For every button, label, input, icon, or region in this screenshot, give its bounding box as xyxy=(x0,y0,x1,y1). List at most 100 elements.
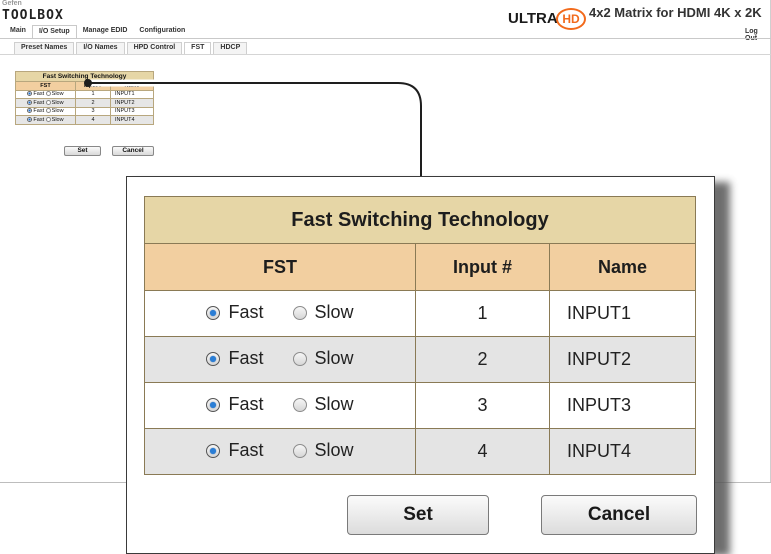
subtab-preset-names[interactable]: Preset Names xyxy=(14,42,75,54)
ultra-text: ULTRA xyxy=(508,10,558,27)
fst-cell: Fast Slow xyxy=(144,290,416,337)
table-row: Fast Slow 3 INPUT3 xyxy=(144,382,696,429)
subtab-io-names[interactable]: I/O Names xyxy=(76,42,125,54)
mini-slow-label: Slow xyxy=(51,99,64,106)
mini-radio-slow[interactable] xyxy=(45,116,51,122)
mini-col-input: Input # xyxy=(75,81,111,91)
mini-radio-fast[interactable] xyxy=(27,99,33,105)
mini-input-num: 1 xyxy=(75,89,111,99)
input-name: INPUT4 xyxy=(549,428,696,475)
mini-input-num: 4 xyxy=(75,115,111,125)
product-title: 4x2 Matrix for HDMI 4K x 2K xyxy=(589,5,762,20)
fst-cell: Fast Slow xyxy=(144,382,416,429)
subtab-hpd-control[interactable]: HPD Control xyxy=(126,42,183,54)
mini-input-num: 3 xyxy=(75,106,111,116)
table-row: Fast Slow 1 INPUT1 xyxy=(144,290,696,337)
mini-fast-label: Fast xyxy=(33,99,45,106)
fst-table-title: Fast Switching Technology xyxy=(144,196,696,244)
fast-label: Fast xyxy=(228,348,264,369)
mini-radio-fast[interactable] xyxy=(27,108,33,114)
input-name: INPUT1 xyxy=(549,290,696,337)
mini-fast-label: Fast xyxy=(33,108,45,115)
table-row: Fast Slow 2 INPUT2 xyxy=(144,336,696,383)
subtab-divider xyxy=(0,54,771,55)
sub-tabs: Preset Names I/O Names HPD Control FST H… xyxy=(14,42,249,54)
subtab-hdcp[interactable]: HDCP xyxy=(213,42,248,54)
mini-radio-fast[interactable] xyxy=(27,116,33,122)
input-number: 1 xyxy=(415,290,550,337)
radio-unselected-icon[interactable] xyxy=(292,351,307,366)
mini-table-title: Fast Switching Technology xyxy=(15,71,154,82)
tab-manage-edid[interactable]: Manage EDID xyxy=(77,25,134,39)
fast-option[interactable]: Fast xyxy=(206,302,263,323)
mini-slow-label: Slow xyxy=(51,108,64,115)
fst-table: Fast Switching Technology FST Input # Na… xyxy=(144,196,696,475)
fst-cell: Fast Slow xyxy=(144,336,416,383)
mini-fast-label: Fast xyxy=(33,91,45,98)
slow-option[interactable]: Slow xyxy=(292,394,354,415)
tab-configuration[interactable]: Configuration xyxy=(133,25,191,39)
slow-label: Slow xyxy=(314,348,354,369)
input-name: INPUT2 xyxy=(549,336,696,383)
mini-input-name: INPUT3 xyxy=(110,106,154,116)
mini-input-name: INPUT2 xyxy=(110,98,154,108)
mini-radio-slow[interactable] xyxy=(45,99,51,105)
cancel-button[interactable]: Cancel xyxy=(541,495,697,535)
mini-table-row: Fast Slow 4 INPUT4 xyxy=(15,115,154,125)
input-number: 4 xyxy=(415,428,550,475)
toolbox-logo: Gefen TOOLBOX xyxy=(2,0,64,23)
radio-unselected-icon[interactable] xyxy=(292,397,307,412)
mini-radio-fast[interactable] xyxy=(27,91,33,97)
slow-label: Slow xyxy=(314,302,354,323)
mini-col-fst: FST xyxy=(15,81,76,91)
fast-option[interactable]: Fast xyxy=(206,348,263,369)
subtab-fst[interactable]: FST xyxy=(184,42,212,54)
fast-option[interactable]: Fast xyxy=(206,440,263,461)
mini-input-name: INPUT1 xyxy=(110,89,154,99)
input-name: INPUT3 xyxy=(549,382,696,429)
slow-option[interactable]: Slow xyxy=(292,302,354,323)
fast-option[interactable]: Fast xyxy=(206,394,263,415)
logo-small-text: Gefen xyxy=(2,0,22,7)
col-name-header: Name xyxy=(549,243,696,291)
tab-main[interactable]: Main xyxy=(4,25,32,39)
tab-io-setup[interactable]: I/O Setup xyxy=(31,25,77,39)
logo-big-text: TOOLBOX xyxy=(2,8,64,23)
logout-link[interactable]: Log Out xyxy=(745,28,771,42)
input-number: 2 xyxy=(415,336,550,383)
fast-label: Fast xyxy=(228,440,264,461)
mini-input-name: INPUT4 xyxy=(110,115,154,125)
radio-unselected-icon[interactable] xyxy=(292,443,307,458)
tab-divider xyxy=(0,38,771,39)
set-button[interactable]: Set xyxy=(347,495,489,535)
mini-slow-label: Slow xyxy=(51,116,64,123)
slow-option[interactable]: Slow xyxy=(292,440,354,461)
main-tabs: Main I/O Setup Manage EDID Configuration xyxy=(4,25,191,39)
mini-slow-label: Slow xyxy=(51,91,64,98)
fst-cell: Fast Slow xyxy=(144,428,416,475)
mini-cancel-button[interactable]: Cancel xyxy=(112,146,154,156)
mini-table-row: Fast Slow 2 INPUT2 xyxy=(15,98,154,108)
mini-set-button[interactable]: Set xyxy=(64,146,101,156)
hd-badge: HD xyxy=(556,8,586,30)
input-number: 3 xyxy=(415,382,550,429)
slow-option[interactable]: Slow xyxy=(292,348,354,369)
mini-table-row: Fast Slow 1 INPUT1 xyxy=(15,89,154,99)
radio-selected-icon[interactable] xyxy=(206,305,221,320)
mini-fast-label: Fast xyxy=(33,116,45,123)
fast-label: Fast xyxy=(228,302,264,323)
table-row: Fast Slow 4 INPUT4 xyxy=(144,428,696,475)
col-input-header: Input # xyxy=(415,243,550,291)
col-fst-header: FST xyxy=(144,243,416,291)
zoom-panel: Fast Switching Technology FST Input # Na… xyxy=(126,176,715,554)
slow-label: Slow xyxy=(314,394,354,415)
radio-unselected-icon[interactable] xyxy=(292,305,307,320)
slow-label: Slow xyxy=(314,440,354,461)
radio-selected-icon[interactable] xyxy=(206,443,221,458)
mini-col-name: Name xyxy=(110,81,154,91)
radio-selected-icon[interactable] xyxy=(206,397,221,412)
radio-selected-icon[interactable] xyxy=(206,351,221,366)
mini-radio-slow[interactable] xyxy=(45,91,51,97)
fast-label: Fast xyxy=(228,394,264,415)
mini-radio-slow[interactable] xyxy=(45,108,51,114)
